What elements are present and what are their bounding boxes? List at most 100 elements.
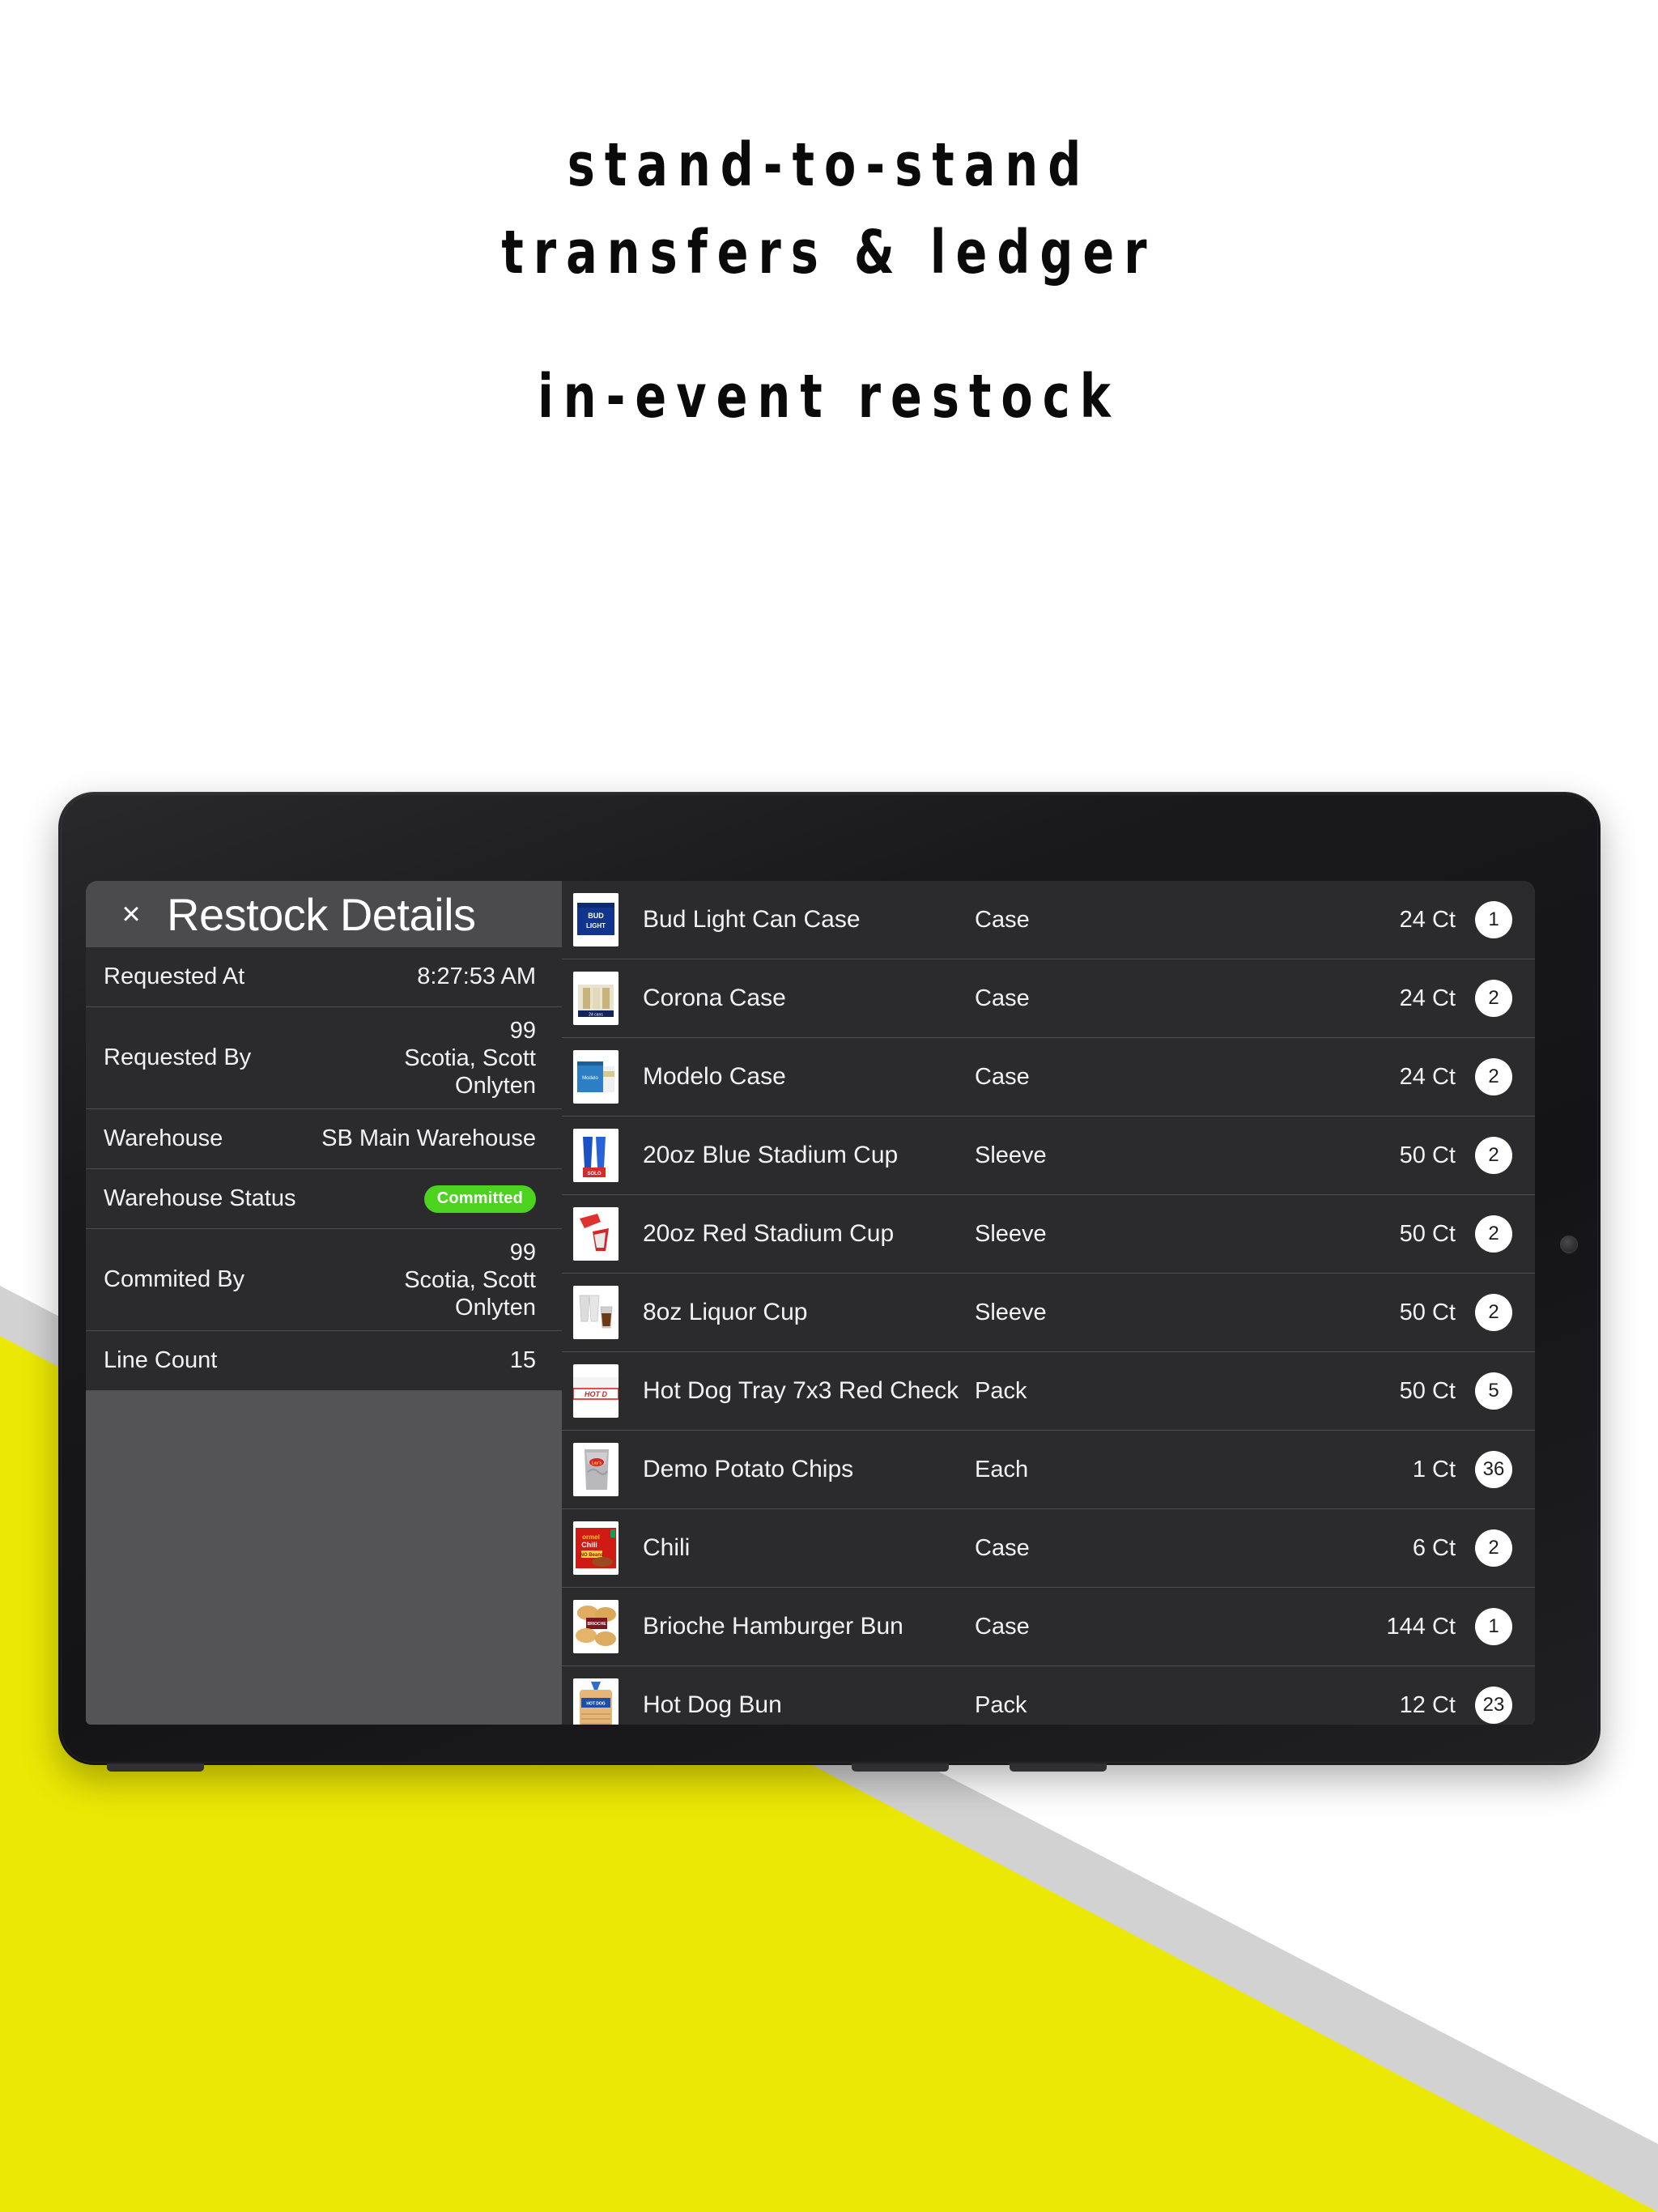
item-name: Brioche Hamburger Bun (643, 1613, 903, 1640)
detail-row-requested-at[interactable]: Requested At 8:27:53 AM (86, 947, 562, 1007)
table-row[interactable]: ormel Chili NO Beans Chili Case 6 Ct 2 (562, 1509, 1535, 1588)
item-count: 50 Ct (1399, 1299, 1456, 1325)
item-count: 24 Ct (1399, 906, 1456, 933)
bud-light-case-thumb-icon: BUD LIGHT (573, 893, 619, 946)
table-row[interactable]: BRIOCHE Brioche Hamburger Bun Case 144 C… (562, 1588, 1535, 1666)
item-quantity-badge: 2 (1475, 1215, 1512, 1253)
detail-label: Warehouse (104, 1125, 223, 1151)
headline-line-3: in-event restock (538, 362, 1120, 432)
item-quantity-badge: 2 (1475, 1058, 1512, 1095)
table-row[interactable]: 8oz Liquor Cup Sleeve 50 Ct 2 (562, 1274, 1535, 1352)
detail-value-line: 99 (509, 1239, 536, 1266)
detail-row-warehouse-status[interactable]: Warehouse Status Committed (86, 1169, 562, 1229)
svg-text:HOT DOG: HOT DOG (586, 1702, 605, 1707)
item-count: 50 Ct (1399, 1220, 1456, 1247)
headline-block: stand-to-stand transfers & ledger in-eve… (0, 121, 1658, 440)
item-count: 1 Ct (1412, 1456, 1456, 1482)
item-count: 6 Ct (1412, 1534, 1456, 1561)
item-unit: Each (975, 1456, 1029, 1482)
item-name: Corona Case (643, 985, 786, 1011)
item-unit: Case (975, 1063, 1030, 1090)
table-row[interactable]: HOT D Hot Dog Tray 7x3 Red Check Pack 50… (562, 1352, 1535, 1431)
detail-row-line-count[interactable]: Line Count 15 (86, 1331, 562, 1391)
item-count: 50 Ct (1399, 1377, 1456, 1404)
detail-row-commited-by[interactable]: Commited By 99 Scotia, Scott Onlyten (86, 1229, 562, 1331)
svg-text:LIGHT: LIGHT (586, 922, 606, 929)
brioche-bun-thumb-icon: BRIOCHE (573, 1600, 619, 1653)
svg-text:BUD: BUD (588, 912, 604, 920)
table-row[interactable]: BUD LIGHT Bud Light Can Case Case 24 Ct 1 (562, 881, 1535, 959)
page-root: stand-to-stand transfers & ledger in-eve… (0, 0, 1658, 2212)
svg-text:ormel: ormel (582, 1534, 600, 1541)
item-name: Chili (643, 1534, 691, 1561)
restock-items-list[interactable]: BUD LIGHT Bud Light Can Case Case 24 Ct 1… (562, 881, 1535, 1725)
item-count: 24 Ct (1399, 1063, 1456, 1090)
detail-value-line: Onlyten (455, 1294, 536, 1321)
corona-case-thumb-icon: 24 cans (573, 972, 619, 1025)
item-quantity-badge: 23 (1475, 1687, 1512, 1724)
camera-sensor-icon (1560, 1236, 1578, 1253)
item-unit: Pack (975, 1691, 1027, 1718)
item-count: 50 Ct (1399, 1142, 1456, 1168)
svg-text:Lay's: Lay's (592, 1461, 602, 1466)
item-count: 144 Ct (1386, 1613, 1456, 1640)
tablet-screen: × Restock Details Requested At 8:27:53 A… (86, 881, 1535, 1725)
restock-details-panel: × Restock Details Requested At 8:27:53 A… (86, 881, 562, 1725)
detail-value-line: Onlyten (455, 1072, 536, 1099)
table-row[interactable]: Modelo Modelo Case Case 24 Ct 2 (562, 1038, 1535, 1117)
detail-rows: Requested At 8:27:53 AM Requested By 99 … (86, 947, 562, 1391)
item-name: 20oz Red Stadium Cup (643, 1220, 895, 1247)
detail-value-line: Scotia, Scott (404, 1044, 536, 1071)
item-quantity-badge: 2 (1475, 1529, 1512, 1567)
table-row[interactable]: HOT DOG Hot Dog Bun Pack 12 Ct 23 (562, 1666, 1535, 1725)
status-badge: Committed (423, 1185, 536, 1213)
svg-text:24 cans: 24 cans (589, 1013, 603, 1018)
svg-text:Modelo: Modelo (582, 1076, 598, 1081)
tablet-foot-left (107, 1763, 204, 1772)
detail-value: SB Main Warehouse (321, 1125, 536, 1151)
close-icon[interactable]: × (113, 896, 149, 932)
item-name: 20oz Blue Stadium Cup (643, 1142, 899, 1168)
chili-thumb-icon: ormel Chili NO Beans (573, 1521, 619, 1575)
detail-row-warehouse[interactable]: Warehouse SB Main Warehouse (86, 1109, 562, 1169)
modelo-case-thumb-icon: Modelo (573, 1050, 619, 1104)
item-unit: Sleeve (975, 1220, 1047, 1247)
detail-label: Commited By (104, 1266, 245, 1292)
hot-dog-tray-thumb-icon: HOT D (573, 1364, 619, 1418)
detail-label: Warehouse Status (104, 1185, 296, 1211)
tablet-foot-right-1 (852, 1763, 949, 1772)
detail-label: Requested At (104, 963, 245, 989)
detail-row-requested-by[interactable]: Requested By 99 Scotia, Scott Onlyten (86, 1007, 562, 1109)
item-quantity-badge: 1 (1475, 901, 1512, 938)
table-row[interactable]: SOLO 20oz Blue Stadium Cup Sleeve 50 Ct … (562, 1117, 1535, 1195)
svg-text:SOLO: SOLO (587, 1172, 601, 1176)
potato-chips-thumb-icon: Lay's (573, 1443, 619, 1496)
detail-value: 99 Scotia, Scott Onlyten (404, 1017, 536, 1100)
item-count: 12 Ct (1399, 1691, 1456, 1718)
detail-label: Requested By (104, 1044, 252, 1070)
detail-value-line: Scotia, Scott (404, 1266, 536, 1293)
item-count: 24 Ct (1399, 985, 1456, 1011)
liquor-cup-thumb-icon (573, 1286, 619, 1339)
item-quantity-badge: 2 (1475, 980, 1512, 1017)
svg-text:BRIOCHE: BRIOCHE (587, 1622, 606, 1627)
item-name: Hot Dog Bun (643, 1691, 782, 1718)
detail-value: 99 Scotia, Scott Onlyten (404, 1239, 536, 1321)
restock-details-header: × Restock Details (86, 881, 562, 947)
detail-label: Line Count (104, 1347, 218, 1373)
detail-panel-empty-area (86, 1391, 562, 1725)
hot-dog-bun-thumb-icon: HOT DOG (573, 1678, 619, 1725)
svg-text:NO Beans: NO Beans (580, 1553, 604, 1558)
svg-text:Chili: Chili (581, 1541, 597, 1549)
table-row[interactable]: 24 cans Corona Case Case 24 Ct 2 (562, 959, 1535, 1038)
item-unit: Sleeve (975, 1299, 1047, 1325)
item-quantity-badge: 1 (1475, 1608, 1512, 1645)
item-unit: Case (975, 1613, 1030, 1640)
item-name: 8oz Liquor Cup (643, 1299, 808, 1325)
table-row[interactable]: Lay's Demo Potato Chips Each 1 Ct 36 (562, 1431, 1535, 1509)
red-cup-thumb-icon (573, 1207, 619, 1261)
table-row[interactable]: 20oz Red Stadium Cup Sleeve 50 Ct 2 (562, 1195, 1535, 1274)
tablet-device: × Restock Details Requested At 8:27:53 A… (58, 792, 1601, 1772)
item-quantity-badge: 36 (1475, 1451, 1512, 1488)
headline-line-2: transfers & ledger (501, 218, 1157, 287)
